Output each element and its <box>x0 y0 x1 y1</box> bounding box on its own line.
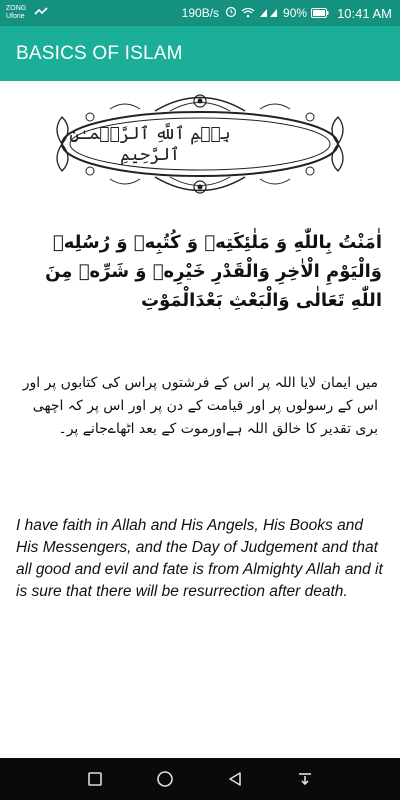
net-speed: 190B/s <box>181 6 220 20</box>
carrier-names: ZONG Ufone <box>6 5 26 21</box>
battery-percentage: 90% <box>283 6 308 20</box>
status-bar: ZONG Ufone 190B/s 90% 10:41 AM <box>0 0 400 26</box>
navigation-bar <box>0 758 400 800</box>
recent-apps-icon[interactable] <box>83 767 107 791</box>
battery-icon <box>311 6 329 21</box>
home-icon[interactable] <box>153 767 177 791</box>
carrier-2: Ufone <box>6 13 25 20</box>
content-area[interactable]: بِسۡمِ ٱللَّهِ ٱلرَّحۡمَـٰنِ ٱلرَّحِيمِ … <box>0 81 400 758</box>
signal-icon <box>259 6 279 21</box>
alarm-icon <box>225 6 237 21</box>
english-translation: I have faith in Allah and His Angels, Hi… <box>16 517 383 600</box>
arabic-verse: اٰمَنْتُ بِاللّٰهِ وَ مَلٰئِکَتِهٖ وَ کُ… <box>45 232 382 311</box>
app-bar: BASICS OF ISLAM <box>0 26 400 81</box>
app-title: BASICS OF ISLAM <box>16 42 183 64</box>
message-icon <box>34 4 48 22</box>
urdu-translation: میں ایمان لایا اللہ پر اس کے فرشتوں پراس… <box>22 375 378 437</box>
clock: 10:41 AM <box>337 5 392 21</box>
wifi-icon <box>241 6 255 21</box>
carrier-1: ZONG <box>6 5 27 12</box>
back-icon[interactable] <box>223 767 247 791</box>
notification-pull-icon[interactable] <box>293 767 317 791</box>
status-left: ZONG Ufone <box>6 4 48 22</box>
bismillah-text: بِسۡمِ ٱللَّهِ ٱلرَّحۡمَـٰنِ ٱلرَّحِيمِ <box>69 124 231 165</box>
status-right: 190B/s 90% 10:41 AM <box>182 6 392 21</box>
